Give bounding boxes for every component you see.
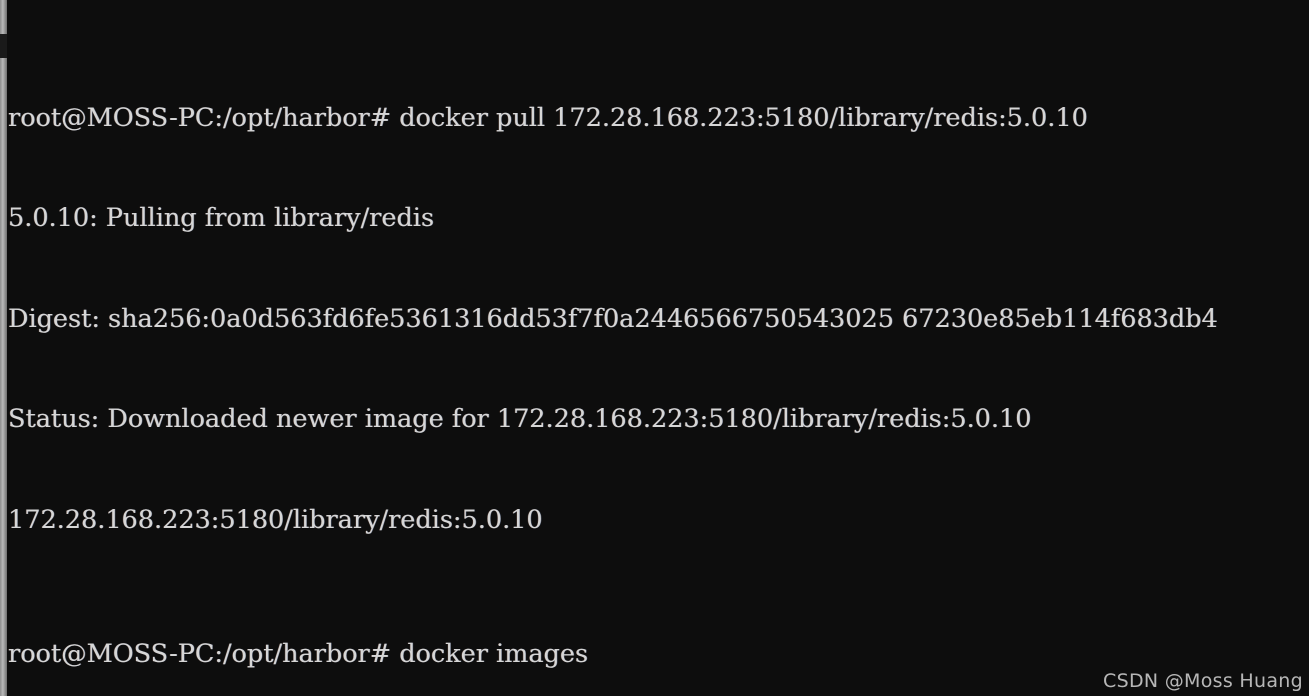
command-line-docker-pull: root@MOSS-PC:/opt/harbor# docker pull 17… [8,102,1088,133]
command-line-docker-images: root@MOSS-PC:/opt/harbor# docker images [8,638,589,669]
output-line-digest: Digest: sha256:0a0d563fd6fe5361316dd53f7… [8,303,1218,334]
output-line-status: Status: Downloaded newer image for 172.2… [8,404,1032,434]
output-line-pulling-from: 5.0.10: Pulling from library/redis [8,203,435,233]
vertical-scrollbar[interactable] [0,0,7,696]
scrollbar-thumb[interactable] [0,34,7,58]
terminal-screen[interactable]: root@MOSS-PC:/opt/harbor# docker pull 17… [7,0,1309,696]
output-line-image-ref: 172.28.168.223:5180/library/redis:5.0.10 [8,504,543,535]
terminal-window: root@MOSS-PC:/opt/harbor# docker pull 17… [0,0,1309,696]
